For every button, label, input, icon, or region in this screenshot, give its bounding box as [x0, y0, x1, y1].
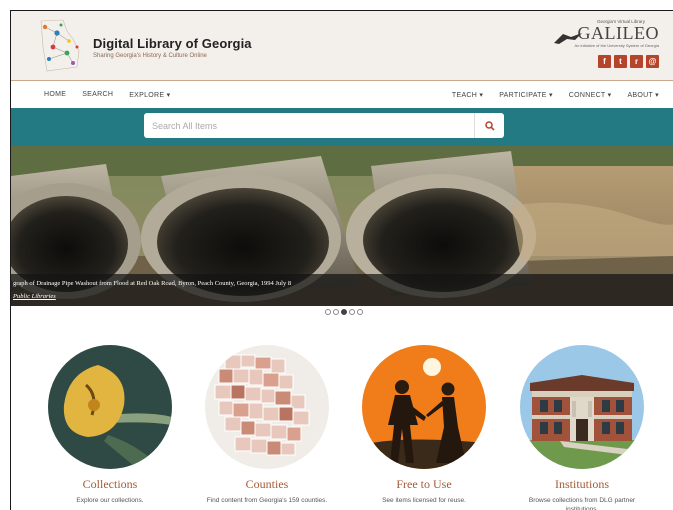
free-to-use-image [362, 345, 486, 469]
main-nav: HOME SEARCH EXPLORE ▾ TEACH ▾ PARTICIPAT… [11, 81, 673, 108]
nav-participate[interactable]: PARTICIPATE ▾ [499, 91, 553, 99]
nav-explore[interactable]: EXPLORE ▾ [129, 91, 170, 99]
feature-collections[interactable]: Collections Explore our collections. [35, 345, 185, 505]
feature-description: Find content from Georgia's 159 counties… [206, 497, 328, 504]
nav-home[interactable]: HOME [44, 91, 66, 98]
site-title: Digital Library of Georgia [93, 36, 252, 51]
carousel-dot[interactable] [349, 309, 355, 315]
email-icon[interactable]: @ [646, 55, 659, 68]
nav-teach[interactable]: TEACH ▾ [452, 91, 483, 99]
search-box [144, 113, 504, 138]
feature-section: Collections Explore our collections. Cou… [11, 345, 673, 510]
feature-title: Counties [245, 477, 289, 491]
carousel-dot-active[interactable] [341, 309, 347, 315]
nav-connect[interactable]: CONNECT ▾ [569, 91, 612, 99]
search-input[interactable] [144, 113, 474, 138]
site-header: Digital Library of Georgia Sharing Georg… [11, 11, 673, 81]
hero-carousel[interactable]: graph of Drainage Pipe Washout from Floo… [11, 146, 673, 306]
feature-free-to-use[interactable]: Free to Use See items licensed for reuse… [349, 345, 499, 505]
carousel-dot[interactable] [357, 309, 363, 315]
galileo-logo[interactable]: Georgia's Virtual Library GALILEO An ini… [549, 19, 659, 48]
carousel-dot[interactable] [333, 309, 339, 315]
institutions-image [520, 345, 644, 469]
carousel-dot[interactable] [325, 309, 331, 315]
carousel-dots [325, 309, 363, 315]
galileo-bird-icon [554, 33, 582, 44]
social-links: f t r @ [598, 55, 659, 68]
twitter-icon[interactable]: t [614, 55, 627, 68]
rss-icon[interactable]: r [630, 55, 643, 68]
dlg-logo-icon[interactable] [33, 17, 87, 73]
feature-title: Collections [82, 477, 138, 491]
search-band [11, 108, 673, 146]
hero-caption-source-link[interactable]: Public Libraries [13, 293, 56, 300]
counties-map-image [205, 345, 329, 469]
feature-description: Browse collections from DLG partner inst… [528, 497, 636, 510]
feature-description: Explore our collections. [76, 497, 144, 504]
feature-institutions[interactable]: Institutions Browse collections from DLG… [507, 345, 657, 510]
nav-search[interactable]: SEARCH [82, 91, 113, 98]
page-frame: Digital Library of Georgia Sharing Georg… [10, 10, 673, 510]
search-icon [484, 120, 495, 131]
collections-image [48, 345, 172, 469]
feature-description: See items licensed for reuse. [382, 497, 466, 504]
hero-caption-title: graph of Drainage Pipe Washout from Floo… [13, 280, 292, 287]
site-subtitle: Sharing Georgia's History & Culture Onli… [93, 53, 207, 59]
nav-about[interactable]: ABOUT ▾ [627, 91, 659, 99]
search-button[interactable] [474, 113, 504, 138]
brand-block[interactable]: Digital Library of Georgia Sharing Georg… [93, 36, 252, 59]
feature-counties[interactable]: Counties Find content from Georgia's 159… [192, 345, 342, 505]
hero-caption: graph of Drainage Pipe Washout from Floo… [11, 274, 673, 306]
facebook-icon[interactable]: f [598, 55, 611, 68]
feature-title: Free to Use [396, 477, 452, 491]
feature-title: Institutions [554, 477, 609, 491]
